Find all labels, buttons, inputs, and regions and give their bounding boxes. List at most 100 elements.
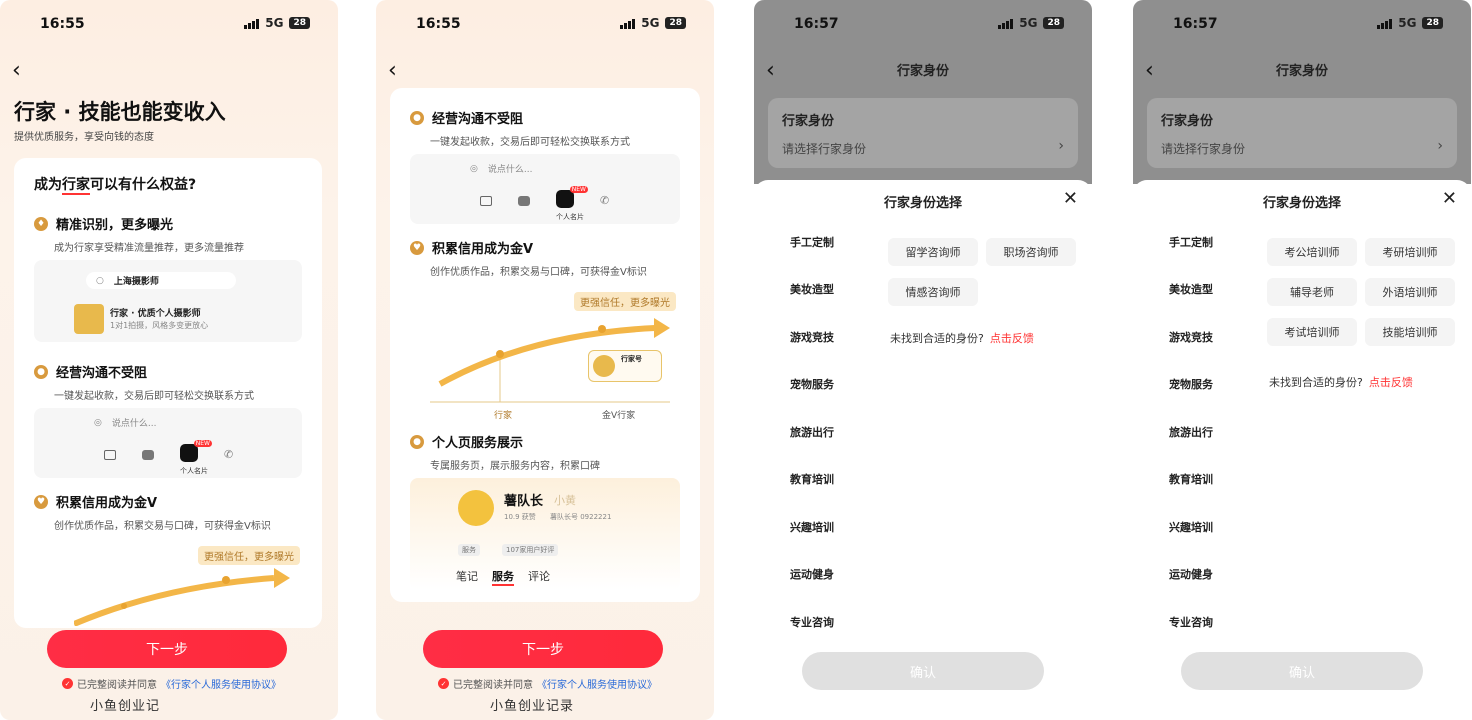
close-icon[interactable]: ✕ bbox=[1063, 188, 1078, 209]
not-found-row: 未找到合适的身份? 点击反馈 bbox=[890, 330, 1034, 346]
check-icon[interactable]: ✓ bbox=[438, 678, 449, 689]
category-item[interactable]: 旅游出行 bbox=[1133, 408, 1253, 456]
phone-panel-intro-scrolled: 16:55 5G 28 ‹ ● 经营沟通不受阻 一键发起收款，交易后即可轻松交换联… bbox=[376, 0, 714, 720]
mock-input: 说点什么... bbox=[111, 419, 157, 429]
card-icon: NEW bbox=[180, 440, 212, 462]
option-chip[interactable]: 外语培训师 bbox=[1365, 278, 1455, 306]
category-item[interactable]: 运动健身 bbox=[1133, 551, 1253, 599]
signal-icon bbox=[1377, 18, 1393, 29]
confirm-button[interactable]: 确认 bbox=[802, 652, 1044, 690]
agreement[interactable]: ✓ 已完整阅读并同意 《行家个人服务使用协议》 bbox=[62, 676, 281, 691]
option-chip[interactable]: 技能培训师 bbox=[1365, 318, 1455, 346]
mini-name: 行家号 bbox=[621, 355, 642, 363]
phone-icon: ✆ bbox=[224, 448, 234, 461]
image-icon bbox=[104, 449, 116, 460]
tab-notes[interactable]: 笔记 bbox=[456, 568, 478, 586]
page-subtitle: 提供优质服务，享受向钱的态度 bbox=[14, 132, 154, 143]
option-chip[interactable]: 辅导老师 bbox=[1267, 278, 1357, 306]
status-right: 5G 28 bbox=[244, 16, 310, 30]
benefit-title: 积累信用成为金V bbox=[432, 242, 534, 257]
agreement-link[interactable]: 《行家个人服务使用协议》 bbox=[537, 676, 657, 691]
battery-icon: 28 bbox=[1043, 17, 1064, 29]
signal-icon bbox=[998, 18, 1014, 29]
heart-icon: ♥ bbox=[410, 240, 424, 255]
status-bar: 16:55 5G 28 bbox=[0, 14, 338, 36]
category-item[interactable]: 兴趣培训 bbox=[754, 503, 874, 551]
benefit-desc: 创作优质作品，积累交易与口碑，可获得金V标识 bbox=[54, 521, 271, 532]
chat-icon: ● bbox=[410, 110, 424, 125]
image-icon bbox=[480, 195, 492, 206]
agreement-link[interactable]: 《行家个人服务使用协议》 bbox=[161, 676, 281, 691]
page-title: 行家 · 技能也能变收入 bbox=[14, 100, 226, 124]
back-icon[interactable]: ‹ bbox=[388, 58, 397, 83]
option-chip[interactable]: 留学咨询师 bbox=[888, 238, 978, 266]
profile-mock: 薯队长 小黄 10.9 获赞 薯队长号 0922221 服务 107家用户好评 … bbox=[410, 478, 680, 590]
benefit-desc: 创作优质作品，积累交易与口碑，可获得金V标识 bbox=[430, 267, 647, 278]
category-item[interactable]: 手工定制 bbox=[754, 218, 874, 266]
mock-card-label: 个人名片 bbox=[180, 467, 208, 475]
chat-mock: ◎ 说点什么... NEW ✆ 个人名片 bbox=[34, 408, 302, 478]
option-chip[interactable]: 考研培训师 bbox=[1365, 238, 1455, 266]
benefit-title: 积累信用成为金V bbox=[56, 496, 158, 511]
check-icon[interactable]: ✓ bbox=[62, 678, 73, 689]
category-item[interactable]: 宠物服务 bbox=[1133, 361, 1253, 409]
mock-desc: 1对1拍摄，风格多变更放心 bbox=[110, 321, 209, 330]
category-item[interactable]: 运动健身 bbox=[754, 551, 874, 599]
mini-avatar bbox=[593, 355, 615, 377]
category-item[interactable]: 手工定制 bbox=[1133, 218, 1253, 266]
category-item[interactable]: 旅游出行 bbox=[754, 408, 874, 456]
agreement[interactable]: ✓ 已完整阅读并同意 《行家个人服务使用协议》 bbox=[438, 676, 657, 691]
chat-icon: ● bbox=[34, 364, 48, 379]
chevron-right-icon: › bbox=[1437, 138, 1443, 154]
watermark: 小鱼创业记录 bbox=[490, 699, 575, 714]
category-item[interactable]: 美妆造型 bbox=[754, 266, 874, 314]
option-chip[interactable]: 考公培训师 bbox=[1267, 238, 1357, 266]
category-item[interactable]: 美妆造型 bbox=[1133, 266, 1253, 314]
category-item[interactable]: 专业咨询 bbox=[1133, 598, 1253, 646]
option-chip[interactable]: 考试培训师 bbox=[1267, 318, 1357, 346]
option-grid: 考公培训师 考研培训师 辅导老师 外语培训师 考试培训师 技能培训师 bbox=[1267, 238, 1467, 346]
category-item-selected[interactable]: 教育培训 bbox=[1133, 456, 1253, 504]
phone-panel-intro: 16:55 5G 28 ‹ 行家 · 技能也能变收入 提供优质服务，享受向钱的态… bbox=[0, 0, 338, 720]
category-item-selected[interactable]: 专业咨询 bbox=[754, 598, 874, 646]
category-item[interactable]: 游戏竞技 bbox=[1133, 313, 1253, 361]
category-item[interactable]: 兴趣培训 bbox=[1133, 503, 1253, 551]
identity-field[interactable]: 行家身份 请选择行家身份 › bbox=[768, 98, 1078, 168]
signal-icon bbox=[244, 18, 260, 29]
status-bar: 16:57 5G 28 bbox=[1133, 14, 1471, 36]
option-chip[interactable]: 情感咨询师 bbox=[888, 278, 978, 306]
tab-service[interactable]: 服务 bbox=[492, 568, 514, 586]
camera-icon bbox=[142, 449, 154, 460]
benefit-desc: 成为行家享受精准流量推荐，更多流量推荐 bbox=[54, 243, 244, 254]
network-label: 5G bbox=[265, 16, 284, 30]
next-button[interactable]: 下一步 bbox=[423, 630, 663, 668]
status-right: 5G 28 bbox=[1377, 16, 1443, 30]
profile-tag: 107家用户好评 bbox=[502, 544, 559, 556]
category-item[interactable]: 游戏竞技 bbox=[754, 313, 874, 361]
status-bar: 16:57 5G 28 bbox=[754, 14, 1092, 36]
axis-label-b: 金V行家 bbox=[602, 411, 636, 421]
option-chip[interactable]: 职场咨询师 bbox=[986, 238, 1076, 266]
benefit-desc: 一键发起收款，交易后即可轻松交换联系方式 bbox=[430, 137, 630, 148]
feedback-link[interactable]: 点击反馈 bbox=[990, 332, 1034, 345]
category-item[interactable]: 宠物服务 bbox=[754, 361, 874, 409]
back-icon[interactable]: ‹ bbox=[12, 58, 21, 83]
benefits-question: 成为行家可以有什么权益? bbox=[34, 174, 196, 195]
status-time: 16:55 bbox=[40, 16, 85, 32]
heart-icon: ♥ bbox=[34, 494, 48, 509]
search-icon: ○ bbox=[96, 275, 104, 286]
tab-comments[interactable]: 评论 bbox=[528, 568, 550, 586]
battery-icon: 28 bbox=[665, 17, 686, 29]
category-item[interactable]: 教育培训 bbox=[754, 456, 874, 504]
close-icon[interactable]: ✕ bbox=[1442, 188, 1457, 209]
profile-meta: 薯队长号 0922221 bbox=[550, 513, 612, 521]
benefit-gold-v: ♥ 积累信用成为金V 创作优质作品，积累交易与口碑，可获得金V标识 bbox=[34, 492, 271, 532]
user-icon: ● bbox=[410, 434, 424, 449]
feedback-link[interactable]: 点击反馈 bbox=[1369, 376, 1413, 389]
profile-name: 薯队长 bbox=[504, 494, 544, 509]
next-button[interactable]: 下一步 bbox=[47, 630, 287, 668]
confirm-button[interactable]: 确认 bbox=[1181, 652, 1423, 690]
identity-field[interactable]: 行家身份 请选择行家身份 › bbox=[1147, 98, 1457, 168]
benefit-title: 精准识别，更多曝光 bbox=[56, 218, 174, 233]
field-label: 行家身份 bbox=[782, 114, 835, 129]
